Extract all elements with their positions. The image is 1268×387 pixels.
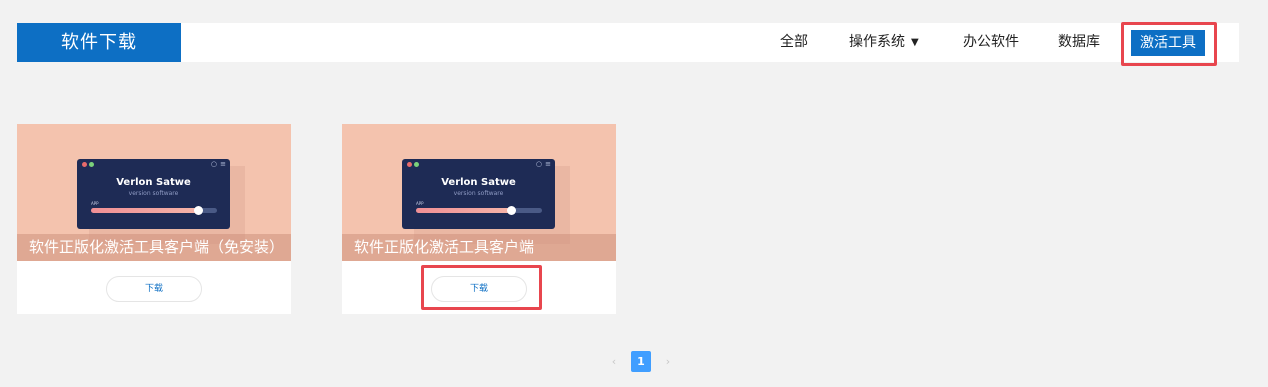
download-button[interactable]: 下载 (431, 276, 527, 302)
nav-item-os-label: 操作系统 (849, 34, 905, 50)
progress-knob (194, 206, 204, 215)
card-thumbnail[interactable]: ○ ≡ Verlon Satwe version software APP 软件… (342, 124, 616, 261)
progress-fill (416, 208, 511, 213)
window-close-dot (82, 162, 87, 167)
nav-item-os[interactable]: 操作系统 ▼ (849, 23, 919, 62)
menu-icon: ≡ (545, 160, 551, 168)
nav-item-office[interactable]: 办公软件 (963, 23, 1019, 62)
app-title: Verlon Satwe (441, 177, 516, 188)
main-nav: 全部 操作系统 ▼ 办公软件 数据库 激活工具 (17, 23, 1239, 62)
app-label: APP (91, 201, 99, 206)
progress-fill (91, 208, 199, 213)
site-header: 软件下载 全部 操作系统 ▼ 办公软件 数据库 激活工具 (17, 23, 1239, 62)
page-number-current[interactable]: 1 (631, 351, 651, 372)
progress-track (416, 206, 542, 215)
window-max-dot (89, 162, 94, 167)
search-icon: ○ (210, 160, 217, 168)
app-subtitle: version software (128, 190, 179, 197)
card-caption[interactable]: 软件正版化激活工具客户端 (342, 234, 616, 261)
card-caption[interactable]: 软件正版化激活工具客户端（免安装） (17, 234, 291, 261)
prev-page-button[interactable]: ‹ (604, 351, 624, 372)
caret-down-icon: ▼ (911, 37, 919, 48)
search-icon: ○ (535, 160, 542, 168)
software-card: ○ ≡ Verlon Satwe version software APP 软件… (17, 124, 291, 314)
app-subtitle: version software (453, 190, 504, 197)
app-label: APP (416, 201, 424, 206)
app-title: Verlon Satwe (116, 177, 191, 188)
nav-item-database[interactable]: 数据库 (1058, 23, 1100, 62)
software-card: ○ ≡ Verlon Satwe version software APP 软件… (342, 124, 616, 314)
progress-knob (506, 206, 516, 215)
menu-icon: ≡ (220, 160, 226, 168)
app-window-illustration: ○ ≡ Verlon Satwe version software APP (402, 159, 555, 229)
next-page-button[interactable]: › (658, 351, 678, 372)
download-button[interactable]: 下载 (106, 276, 202, 302)
nav-item-activation-tools[interactable]: 激活工具 (1131, 30, 1205, 56)
progress-track (91, 206, 217, 215)
card-thumbnail[interactable]: ○ ≡ Verlon Satwe version software APP 软件… (17, 124, 291, 261)
window-close-dot (407, 162, 412, 167)
window-max-dot (414, 162, 419, 167)
nav-item-all[interactable]: 全部 (780, 23, 808, 62)
app-window-illustration: ○ ≡ Verlon Satwe version software APP (77, 159, 230, 229)
